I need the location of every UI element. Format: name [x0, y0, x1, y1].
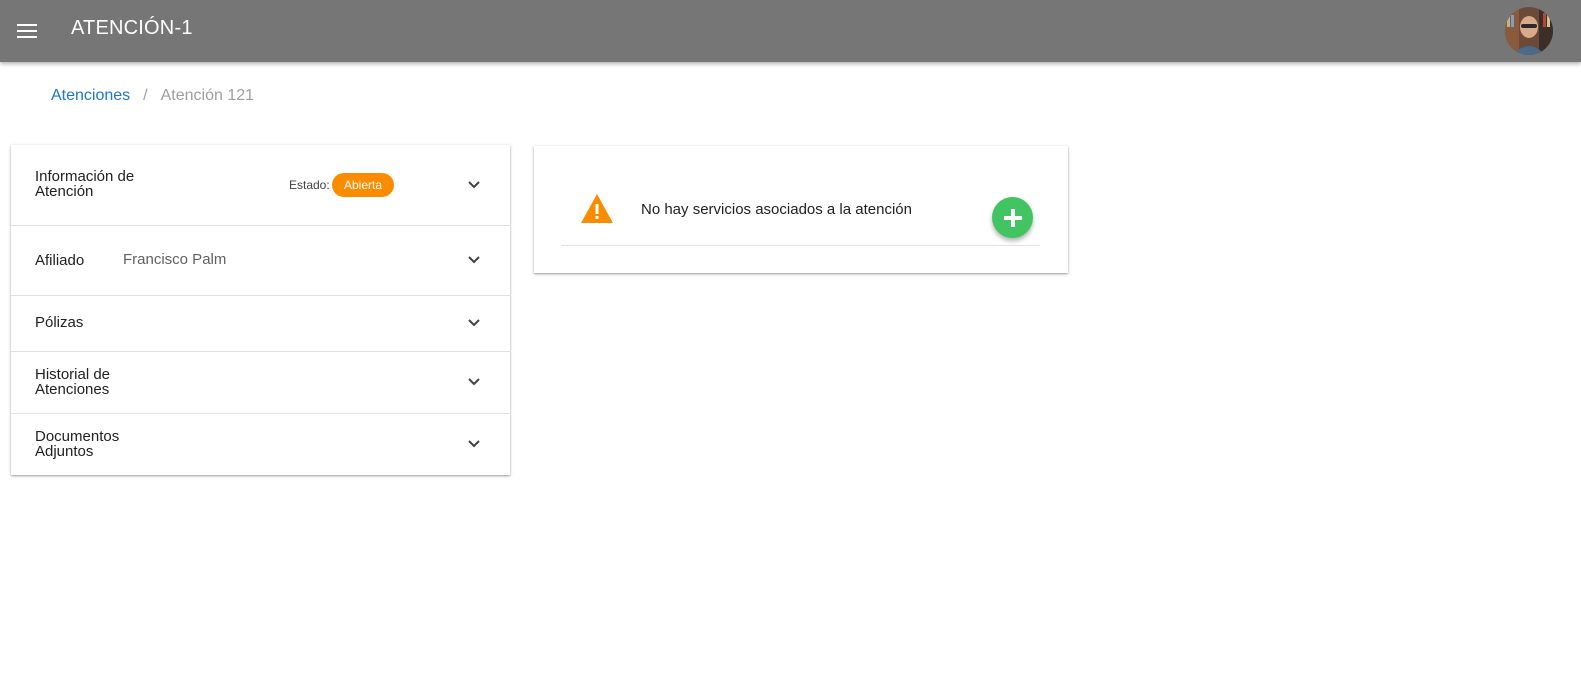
- breadcrumb-current: Atención 121: [160, 87, 255, 104]
- attention-panels: Información de Atención Estado: Abierta …: [11, 145, 510, 475]
- chevron-down-icon[interactable]: [464, 372, 484, 392]
- breadcrumb-link-atenciones[interactable]: Atenciones: [51, 87, 130, 105]
- divider: [561, 245, 1040, 246]
- panel-informacion-atencion[interactable]: Información de Atención Estado: Abierta: [11, 145, 510, 226]
- chevron-down-icon[interactable]: [464, 175, 484, 195]
- chevron-down-icon[interactable]: [464, 313, 484, 333]
- panel-title: Historial de Atenciones: [35, 367, 110, 397]
- panel-afiliado[interactable]: Afiliado Francisco Palm: [11, 226, 510, 296]
- services-card: No hay servicios asociados a la atención: [534, 146, 1068, 273]
- chevron-down-icon[interactable]: [464, 250, 484, 270]
- panel-title-line: Información de: [35, 168, 135, 185]
- avatar-image: [1505, 7, 1553, 55]
- add-service-button[interactable]: [992, 197, 1033, 238]
- panel-title: Información de Atención: [35, 169, 134, 199]
- warning-icon: [581, 194, 613, 223]
- menu-button[interactable]: [12, 16, 42, 46]
- top-app-bar: ATENCIÓN-1: [0, 0, 1581, 62]
- panel-title: Pólizas: [35, 314, 84, 331]
- status-badge: Abierta: [332, 173, 394, 197]
- panel-polizas[interactable]: Pólizas: [11, 296, 510, 352]
- menu-icon: [17, 24, 37, 38]
- chevron-down-icon[interactable]: [464, 434, 484, 454]
- breadcrumb: Atenciones / Atención 121: [51, 87, 254, 105]
- panel-title-line: Atenciones: [35, 381, 110, 398]
- panel-historial-atenciones[interactable]: Historial de Atenciones: [11, 352, 510, 414]
- panel-title-line: Adjuntos: [35, 443, 94, 460]
- page-title: ATENCIÓN-1: [71, 17, 193, 39]
- panel-title: Afiliado: [35, 252, 85, 269]
- plus-icon: [1003, 208, 1022, 227]
- panel-title-line: Historial de: [35, 366, 111, 383]
- user-avatar[interactable]: [1505, 7, 1553, 55]
- affiliate-name: Francisco Palm: [123, 251, 227, 268]
- panel-documentos-adjuntos[interactable]: Documentos Adjuntos: [11, 414, 510, 475]
- empty-services-message: No hay servicios asociados a la atención: [641, 201, 912, 218]
- status-label: Estado:: [289, 178, 330, 192]
- panel-title-line: Atención: [35, 183, 94, 200]
- panel-title: Documentos Adjuntos: [35, 429, 119, 459]
- breadcrumb-separator: /: [143, 87, 148, 104]
- panel-title-line: Documentos: [35, 428, 120, 445]
